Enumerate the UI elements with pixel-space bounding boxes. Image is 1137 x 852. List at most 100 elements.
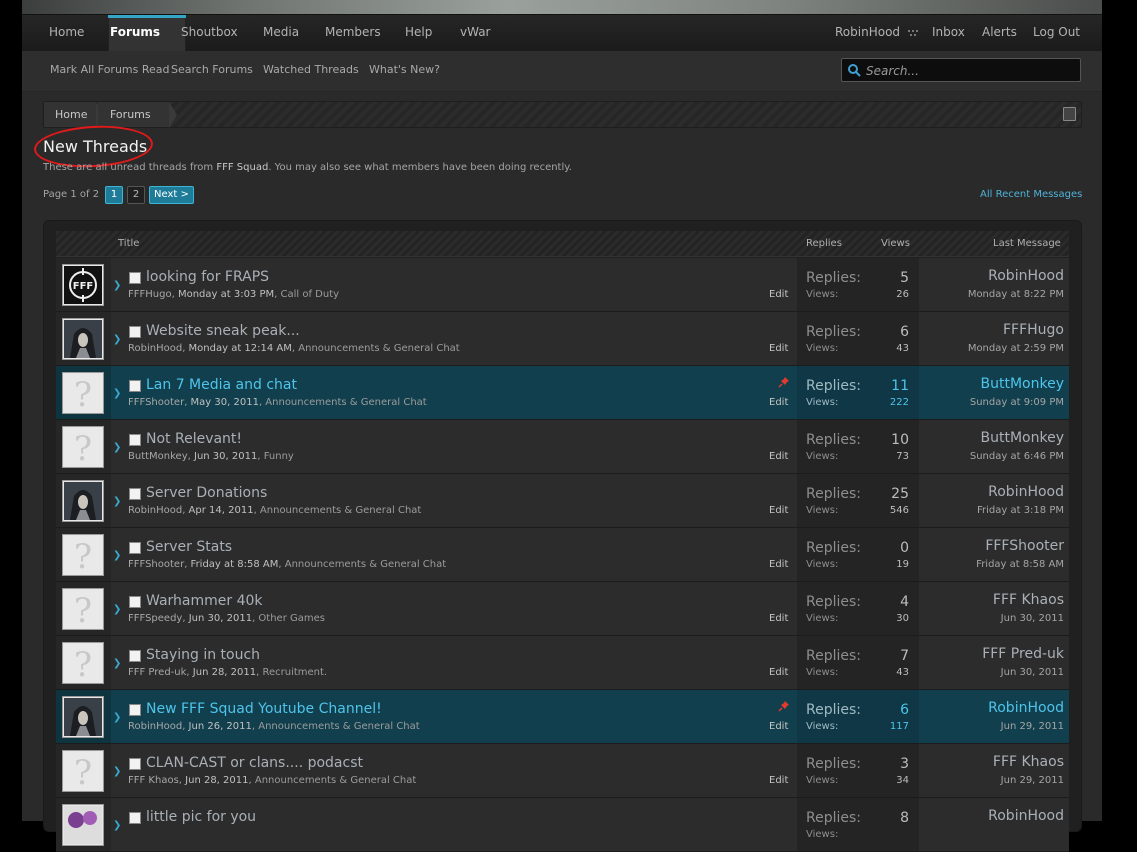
avatar[interactable]: ? <box>62 372 104 414</box>
thread-select-checkbox[interactable] <box>129 542 141 554</box>
thread-title-link[interactable]: New FFF Squad Youtube Channel! <box>146 701 382 717</box>
thread-forum-link[interactable]: Announcements & General Chat <box>285 559 446 570</box>
thread-forum-link[interactable]: Announcements & General Chat <box>258 721 419 732</box>
thread-select-checkbox[interactable] <box>129 326 141 338</box>
last-poster-link[interactable]: FFF Khaos <box>993 592 1064 608</box>
avatar[interactable] <box>62 804 104 846</box>
thread-title-link[interactable]: CLAN-CAST or clans.... podacst <box>146 755 363 771</box>
watched-threads-link[interactable]: Watched Threads <box>263 63 359 76</box>
page-1-button[interactable]: 1 <box>105 186 123 204</box>
header-replies[interactable]: Replies <box>806 238 842 249</box>
last-poster-link[interactable]: RobinHood <box>988 808 1064 824</box>
nav-home[interactable]: Home <box>49 15 84 51</box>
breadcrumb-menu-icon[interactable] <box>1063 107 1076 121</box>
all-recent-messages-link[interactable]: All Recent Messages <box>980 189 1082 200</box>
last-poster-link[interactable]: FFFHugo <box>1003 322 1064 338</box>
site-link[interactable]: FFF Squad <box>216 162 268 173</box>
thread-title-link[interactable]: Warhammer 40k <box>146 593 263 609</box>
thread-author-link[interactable]: ButtMonkey <box>128 451 188 462</box>
thread-author-link[interactable]: FFF Khaos <box>128 775 179 786</box>
edit-link[interactable]: Edit <box>769 721 788 732</box>
edit-link[interactable]: Edit <box>769 505 788 516</box>
thread-select-checkbox[interactable] <box>129 488 141 500</box>
thread-title-link[interactable]: Server Stats <box>146 539 232 555</box>
search-input[interactable] <box>864 61 1078 81</box>
thread-select-checkbox[interactable] <box>129 704 141 716</box>
breadcrumb-forums[interactable]: Forums <box>98 102 169 127</box>
avatar[interactable]: ? <box>62 588 104 630</box>
thread-author-link[interactable]: FFFSpeedy <box>128 613 182 624</box>
thread-forum-link[interactable]: Announcements & General Chat <box>265 397 426 408</box>
thread-title-link[interactable]: looking for FRAPS <box>146 269 269 285</box>
thread-author-link[interactable]: FFF Pred-uk <box>128 667 186 678</box>
edit-link[interactable]: Edit <box>769 343 788 354</box>
thread-select-checkbox[interactable] <box>129 812 141 824</box>
nav-alerts[interactable]: Alerts <box>982 15 1017 51</box>
search-forums-link[interactable]: Search Forums <box>171 63 253 76</box>
thread-title-link[interactable]: Website sneak peak... <box>146 323 300 339</box>
header-views[interactable]: Views <box>881 238 910 249</box>
expand-arrow-icon[interactable]: ❯ <box>113 766 121 777</box>
last-post-date[interactable]: Friday at 3:18 PM <box>977 505 1064 516</box>
last-poster-link[interactable]: ButtMonkey <box>981 430 1064 446</box>
avatar[interactable]: ? <box>62 426 104 468</box>
last-poster-link[interactable]: RobinHood <box>988 484 1064 500</box>
last-post-date[interactable]: Monday at 2:59 PM <box>968 343 1064 354</box>
nav-members[interactable]: Members <box>325 15 381 51</box>
thread-author-link[interactable]: FFFHugo <box>128 289 172 300</box>
last-post-date[interactable]: Jun 30, 2011 <box>1001 613 1064 624</box>
nav-media[interactable]: Media <box>263 15 299 51</box>
last-poster-link[interactable]: ButtMonkey <box>981 376 1064 392</box>
avatar[interactable] <box>62 696 104 738</box>
thread-author-link[interactable]: RobinHood <box>128 505 182 516</box>
header-title[interactable]: Title <box>118 238 139 249</box>
expand-arrow-icon[interactable]: ❯ <box>113 604 121 615</box>
expand-arrow-icon[interactable]: ❯ <box>113 496 121 507</box>
mark-all-read-link[interactable]: Mark All Forums Read <box>50 63 170 76</box>
thread-forum-link[interactable]: Call of Duty <box>281 289 340 300</box>
last-post-date[interactable]: Monday at 8:22 PM <box>968 289 1064 300</box>
avatar[interactable]: ? <box>62 534 104 576</box>
expand-arrow-icon[interactable]: ❯ <box>113 820 121 831</box>
edit-link[interactable]: Edit <box>769 775 788 786</box>
nav-inbox[interactable]: Inbox <box>932 15 965 51</box>
thread-author-link[interactable]: RobinHood <box>128 721 182 732</box>
avatar[interactable]: ? <box>62 750 104 792</box>
expand-arrow-icon[interactable]: ❯ <box>113 712 121 723</box>
next-page-button[interactable]: Next > <box>149 186 194 204</box>
expand-arrow-icon[interactable]: ❯ <box>113 550 121 561</box>
page-2-button[interactable]: 2 <box>127 186 145 204</box>
expand-arrow-icon[interactable]: ❯ <box>113 334 121 345</box>
expand-arrow-icon[interactable]: ❯ <box>113 658 121 669</box>
thread-author-link[interactable]: FFFShooter <box>128 397 184 408</box>
edit-link[interactable]: Edit <box>769 397 788 408</box>
nav-user-menu[interactable]: RobinHood <box>835 15 918 51</box>
last-post-date[interactable]: Friday at 8:58 AM <box>976 559 1064 570</box>
thread-select-checkbox[interactable] <box>129 758 141 770</box>
thread-forum-link[interactable]: Other Games <box>258 613 325 624</box>
edit-link[interactable]: Edit <box>769 613 788 624</box>
breadcrumb-home[interactable]: Home <box>44 102 96 127</box>
thread-title-link[interactable]: Lan 7 Media and chat <box>146 377 297 393</box>
thread-select-checkbox[interactable] <box>129 272 141 284</box>
last-post-date[interactable]: Sunday at 6:46 PM <box>970 451 1064 462</box>
thread-title-link[interactable]: little pic for you <box>146 809 256 825</box>
thread-forum-link[interactable]: Recruitment. <box>262 667 327 678</box>
thread-author-link[interactable]: RobinHood <box>128 343 182 354</box>
last-poster-link[interactable]: RobinHood <box>988 268 1064 284</box>
avatar[interactable]: ? <box>62 642 104 684</box>
thread-title-link[interactable]: Server Donations <box>146 485 267 501</box>
avatar[interactable] <box>62 318 104 360</box>
expand-arrow-icon[interactable]: ❯ <box>113 280 121 291</box>
thread-select-checkbox[interactable] <box>129 434 141 446</box>
last-post-date[interactable]: Jun 30, 2011 <box>1001 667 1064 678</box>
thread-forum-link[interactable]: Announcements & General Chat <box>260 505 421 516</box>
header-last-message[interactable]: Last Message <box>993 238 1061 249</box>
thread-author-link[interactable]: FFFShooter <box>128 559 184 570</box>
nav-logout[interactable]: Log Out <box>1033 15 1080 51</box>
edit-link[interactable]: Edit <box>769 559 788 570</box>
last-post-date[interactable]: Jun 29, 2011 <box>1001 775 1064 786</box>
avatar[interactable]: FFF <box>62 264 104 306</box>
nav-vwar[interactable]: vWar <box>460 15 491 51</box>
nav-help[interactable]: Help <box>405 15 432 51</box>
